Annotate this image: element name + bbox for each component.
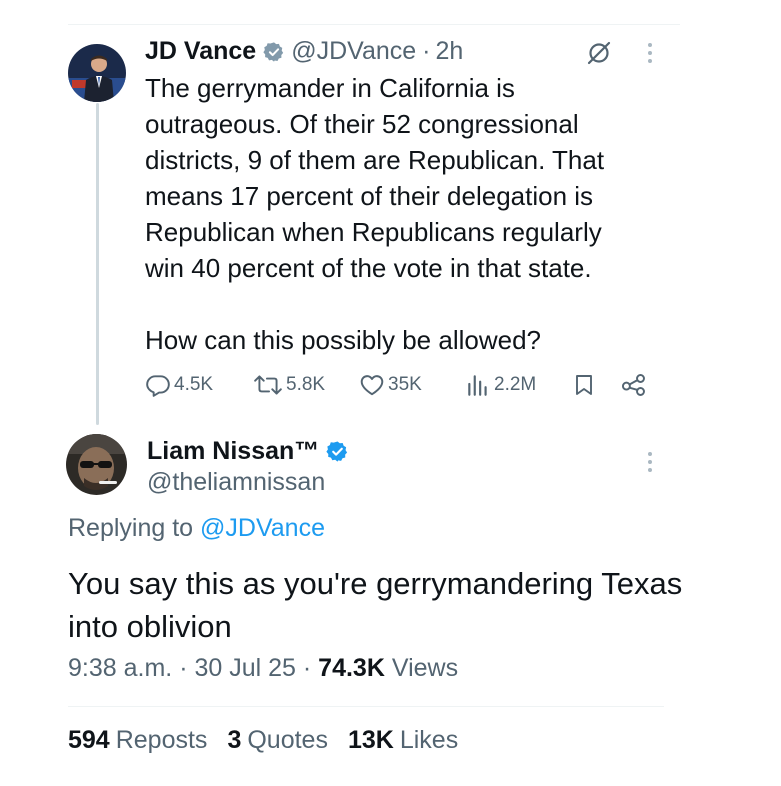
engagement-stats: 594 Reposts 3 Quotes 13K Likes: [68, 726, 458, 755]
likes-label: Likes: [399, 726, 459, 754]
reposts-stat[interactable]: 594 Reposts: [68, 726, 207, 755]
avatar-jdvance[interactable]: [68, 44, 126, 102]
reply-meta: 9:38 a.m. · 30 Jul 25 · 74.3K Views: [68, 654, 458, 683]
meta-separator: ·: [179, 654, 188, 682]
tweet-actions: 4.5K 5.8K 35K 2.2M: [145, 372, 655, 402]
bookmark-button[interactable]: [572, 372, 596, 398]
repost-button[interactable]: 5.8K: [253, 372, 325, 398]
likes-count: 13K: [347, 726, 394, 754]
like-button[interactable]: 35K: [359, 372, 422, 398]
reply-author-name[interactable]: Liam Nissan™: [147, 437, 319, 466]
reply-icon: [145, 372, 171, 398]
verified-badge-icon: [263, 41, 285, 63]
views-count: 74.3K: [318, 654, 385, 682]
reply-count: 4.5K: [174, 374, 214, 395]
reply-author-handle[interactable]: @theliamnissan: [147, 468, 325, 497]
reply-time[interactable]: 9:38 a.m.: [68, 654, 172, 682]
grok-icon[interactable]: [585, 39, 613, 72]
heart-icon: [359, 372, 385, 398]
header-separator: ·: [422, 37, 431, 65]
reply-author-header: Liam Nissan™: [147, 437, 349, 466]
author-handle[interactable]: @JDVance: [291, 37, 416, 66]
tweet-time[interactable]: 2h: [435, 37, 463, 66]
thread-connector: [96, 103, 99, 425]
views-count: 2.2M: [494, 374, 537, 395]
author-name[interactable]: JD Vance: [145, 37, 256, 66]
more-options-icon[interactable]: [648, 452, 652, 472]
tweet-text: The gerrymander in California is outrage…: [145, 73, 605, 355]
replying-to: Replying to @JDVance: [68, 514, 325, 543]
tweet-header: JD Vance @JDVance · 2h: [145, 37, 463, 66]
views-label: Views: [391, 654, 459, 682]
likes-stat[interactable]: 13K Likes: [348, 726, 458, 755]
share-button[interactable]: [621, 372, 647, 398]
replying-prefix: Replying to: [68, 514, 194, 542]
reply-button[interactable]: 4.5K: [145, 372, 213, 398]
quotes-stat[interactable]: 3 Quotes: [227, 726, 328, 755]
quotes-count: 3: [227, 726, 242, 754]
stats-divider: [68, 706, 664, 707]
reply-date[interactable]: 30 Jul 25: [194, 654, 295, 682]
bookmark-icon: [572, 372, 596, 398]
verified-badge-icon: [326, 440, 349, 463]
repost-icon: [253, 372, 283, 398]
analytics-icon: [465, 372, 491, 398]
reposts-count: 594: [68, 726, 110, 754]
meta-separator: ·: [302, 654, 312, 682]
avatar-liamnissan[interactable]: [66, 434, 127, 495]
reply-text: You say this as you're gerrymandering Te…: [68, 566, 683, 644]
reposts-label: Reposts: [115, 726, 208, 754]
like-count: 35K: [388, 374, 422, 395]
quotes-label: Quotes: [247, 726, 328, 754]
more-options-icon[interactable]: [648, 43, 652, 63]
replying-mention-link[interactable]: @JDVance: [200, 514, 325, 542]
repost-count: 5.8K: [286, 374, 326, 395]
share-icon: [621, 372, 647, 398]
views-button[interactable]: 2.2M: [465, 372, 536, 398]
top-divider: [68, 24, 680, 25]
